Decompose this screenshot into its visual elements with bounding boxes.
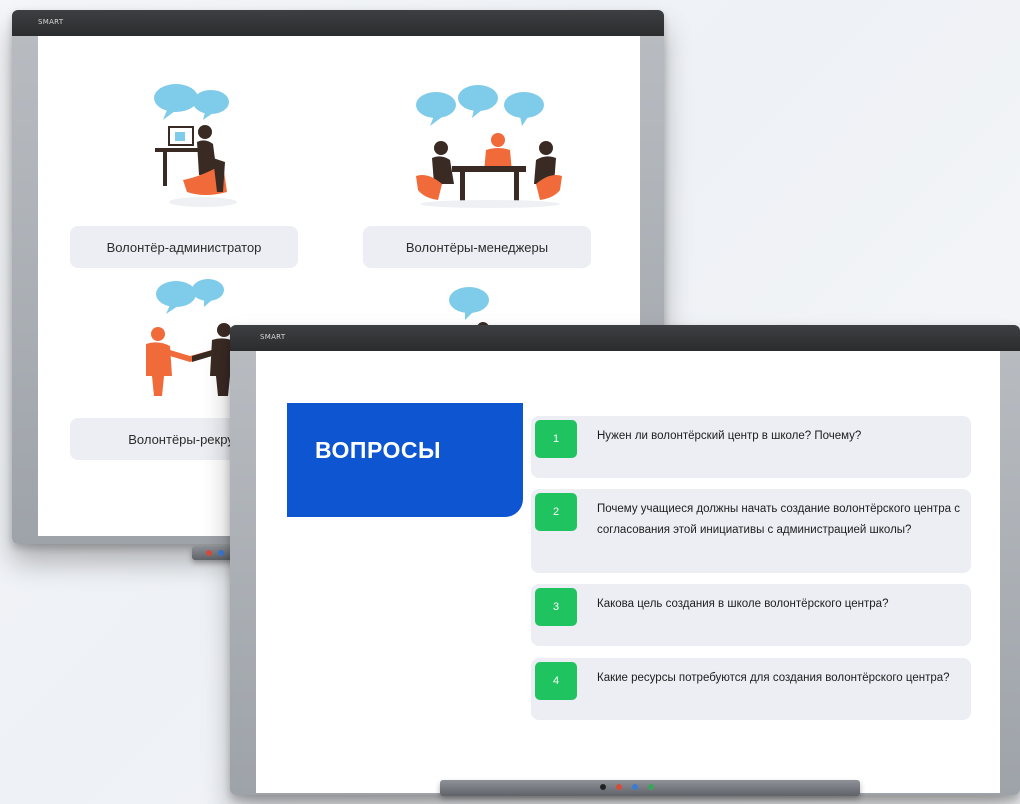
- question-item[interactable]: 3 Какова цель создания в школе волонтёрс…: [531, 584, 971, 646]
- board-brand-logo: SMART: [260, 333, 286, 341]
- question-text: Какие ресурсы потребуются для создания в…: [597, 672, 950, 684]
- question-text: Какова цель создания в школе волонтёрско…: [597, 598, 889, 610]
- question-number-badge: 3: [535, 588, 577, 626]
- slide-title-box: ВОПРОСЫ: [287, 403, 523, 517]
- question-item[interactable]: 1 Нужен ли волонтёрский центр в школе? П…: [531, 416, 971, 478]
- question-text: Нужен ли волонтёрский центр в школе? Поч…: [597, 430, 862, 442]
- board-top-frame: SMART: [230, 325, 1020, 351]
- question-number-badge: 2: [535, 493, 577, 531]
- slide-title: ВОПРОСЫ: [315, 437, 442, 463]
- role-card-administrator[interactable]: Волонтёр-администратор: [70, 226, 298, 268]
- role-label: Волонтёры-менеджеры: [405, 239, 549, 255]
- role-card-managers[interactable]: Волонтёры-менеджеры: [363, 226, 591, 268]
- board-pen-tray: [440, 780, 860, 796]
- volunteer-at-computer-icon: [154, 84, 237, 207]
- question-number-badge: 4: [535, 662, 577, 700]
- role-label: Волонтёр-администратор: [106, 239, 262, 255]
- board-top-frame: SMART: [12, 10, 664, 36]
- role-label: Волонтёры-рекрут: [128, 431, 240, 447]
- question-number-badge: 1: [535, 420, 577, 458]
- question-text: Почему учащиеся должны начать создание в…: [597, 503, 960, 536]
- front-whiteboard: SMART ВОПРОСЫ 1 Нужен ли волонтёрский це…: [230, 325, 1020, 796]
- question-item[interactable]: 4 Какие ресурсы потребуются для создания…: [531, 658, 971, 720]
- question-item[interactable]: 2 Почему учащиеся должны начать создание…: [531, 489, 971, 573]
- board-brand-logo: SMART: [38, 18, 64, 26]
- questions-slide: ВОПРОСЫ 1 Нужен ли волонтёрский центр в …: [256, 351, 1000, 793]
- meeting-at-table-icon: [416, 85, 562, 208]
